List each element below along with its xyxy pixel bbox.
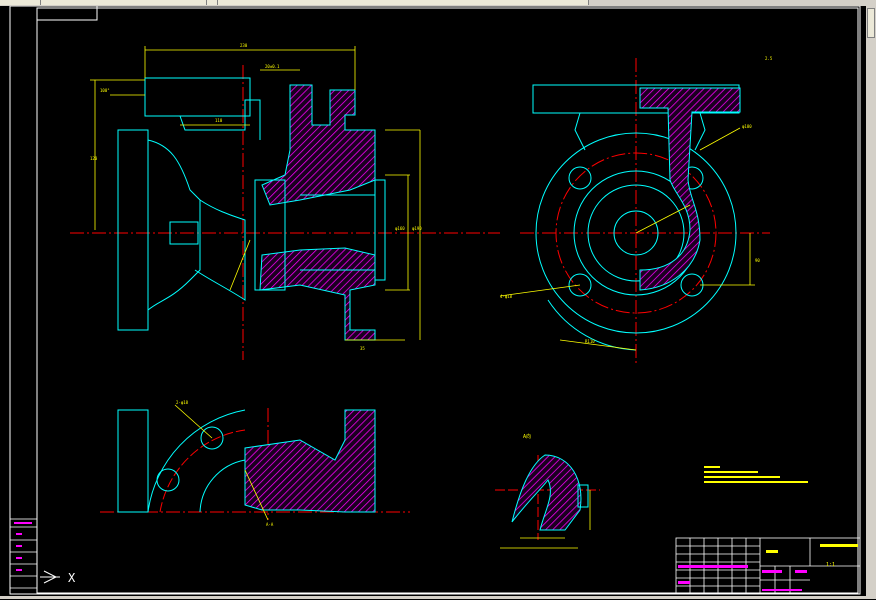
scale-label: 1:1 — [826, 562, 835, 568]
toolbar-segment[interactable] — [0, 0, 41, 5]
ucs-icon: X — [40, 570, 76, 585]
svg-text:R110: R110 — [585, 339, 595, 344]
svg-text:20±0.1: 20±0.1 — [265, 64, 280, 69]
svg-text:120: 120 — [90, 156, 98, 161]
technical-notes — [704, 466, 808, 483]
front-section-view[interactable]: 230 100° 120 φ190 φ160 35 20±0.1 110 — [70, 43, 500, 360]
ucs-x-label: X — [68, 571, 76, 585]
detail-view[interactable]: A向 — [495, 433, 600, 549]
svg-text:100°: 100° — [100, 88, 110, 93]
title-block-labels: 1:1 — [678, 544, 858, 591]
svg-text:35: 35 — [360, 346, 365, 351]
svg-text:A-A: A-A — [266, 522, 274, 527]
view-note: A向 — [523, 433, 531, 440]
svg-text:φ190: φ190 — [412, 226, 422, 231]
svg-text:2.5: 2.5 — [765, 56, 773, 61]
revision-column — [9, 518, 38, 595]
toolbar-segment[interactable] — [207, 0, 218, 5]
svg-text:110: 110 — [215, 118, 223, 123]
svg-text:2-φ18: 2-φ18 — [176, 400, 189, 405]
vertical-scrollbar[interactable] — [866, 6, 876, 596]
svg-text:φ180: φ180 — [742, 124, 752, 129]
scroll-thumb[interactable] — [867, 8, 875, 38]
svg-text:230: 230 — [240, 43, 248, 48]
svg-text:φ160: φ160 — [395, 226, 405, 231]
svg-text:90: 90 — [755, 258, 760, 263]
svg-text:4-φ18: 4-φ18 — [500, 294, 513, 299]
toolbar-segment[interactable] — [41, 0, 207, 5]
bottom-section-view[interactable]: 2-φ18 A-A — [100, 400, 410, 527]
toolbar-segment[interactable] — [218, 0, 589, 5]
side-view[interactable]: φ180 90 4-φ18 R110 2.5 — [499, 56, 773, 365]
drawing-canvas[interactable]: 230 100° 120 φ190 φ160 35 20±0.1 110 φ18… — [0, 5, 866, 596]
